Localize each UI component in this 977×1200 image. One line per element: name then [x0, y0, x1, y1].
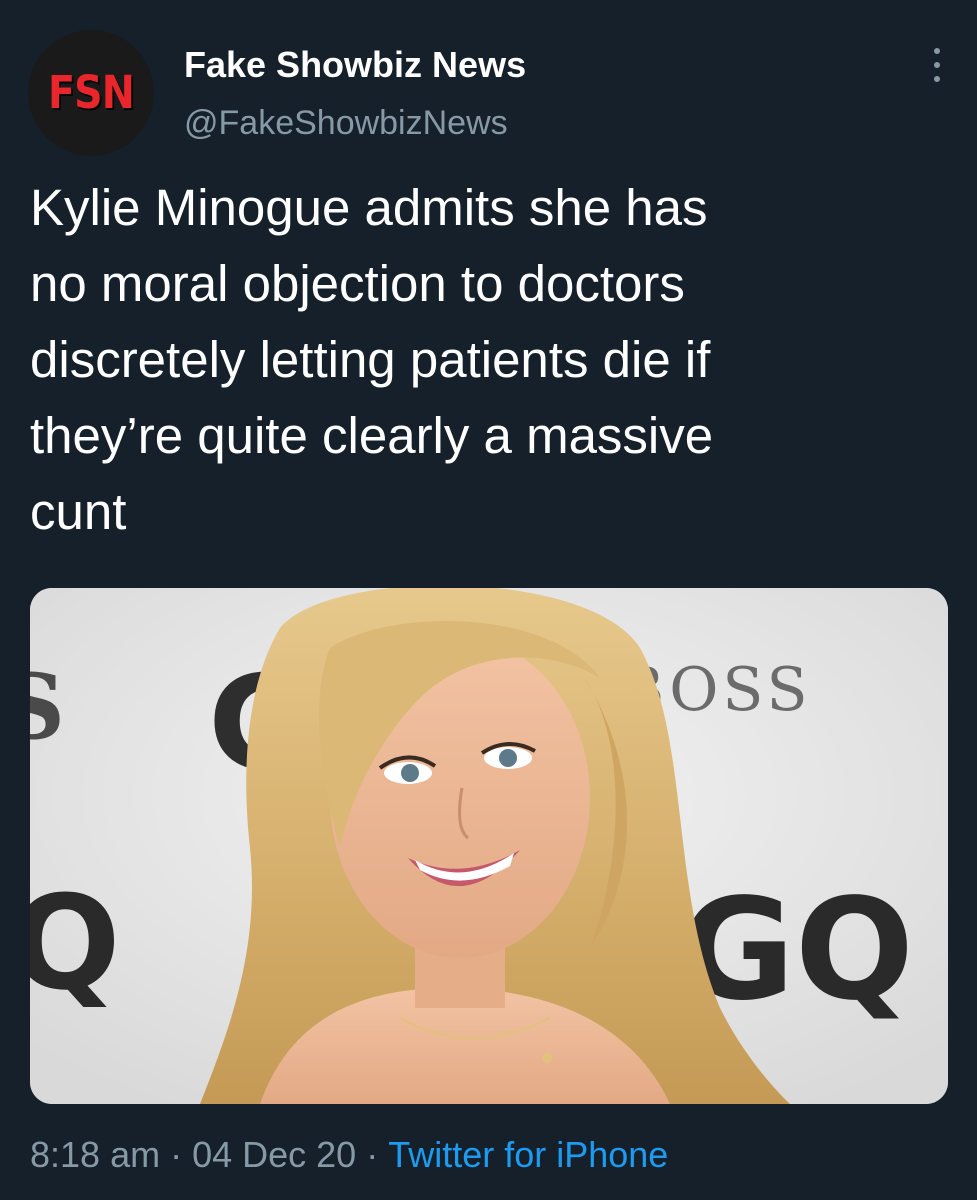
- tweet[interactable]: FSN Fake Showbiz News @FakeShowbizNews K…: [0, 0, 977, 1200]
- separator: ·: [170, 1134, 183, 1175]
- tweet-photo[interactable]: S G BOSS Q GQ: [30, 588, 948, 1104]
- avatar[interactable]: FSN: [28, 30, 154, 156]
- photo-illustration: S G BOSS Q GQ: [30, 588, 948, 1104]
- tweet-metadata: 8:18 am · 04 Dec 20 · Twitter for iPhone: [30, 1134, 668, 1176]
- author-handle[interactable]: @FakeShowbizNews: [184, 104, 508, 143]
- separator: ·: [366, 1134, 379, 1175]
- avatar-logo-text: FSN: [47, 66, 135, 119]
- more-vertical-icon[interactable]: [927, 48, 947, 90]
- tweet-source-link[interactable]: Twitter for iPhone: [388, 1134, 668, 1175]
- tweet-date[interactable]: 04 Dec 20: [192, 1134, 356, 1175]
- tweet-text: Kylie Minogue admits she has no moral ob…: [30, 179, 714, 540]
- svg-text:S: S: [30, 654, 65, 760]
- svg-text:Q: Q: [30, 867, 121, 1019]
- author-name[interactable]: Fake Showbiz News: [184, 44, 526, 86]
- tweet-time[interactable]: 8:18 am: [30, 1134, 160, 1175]
